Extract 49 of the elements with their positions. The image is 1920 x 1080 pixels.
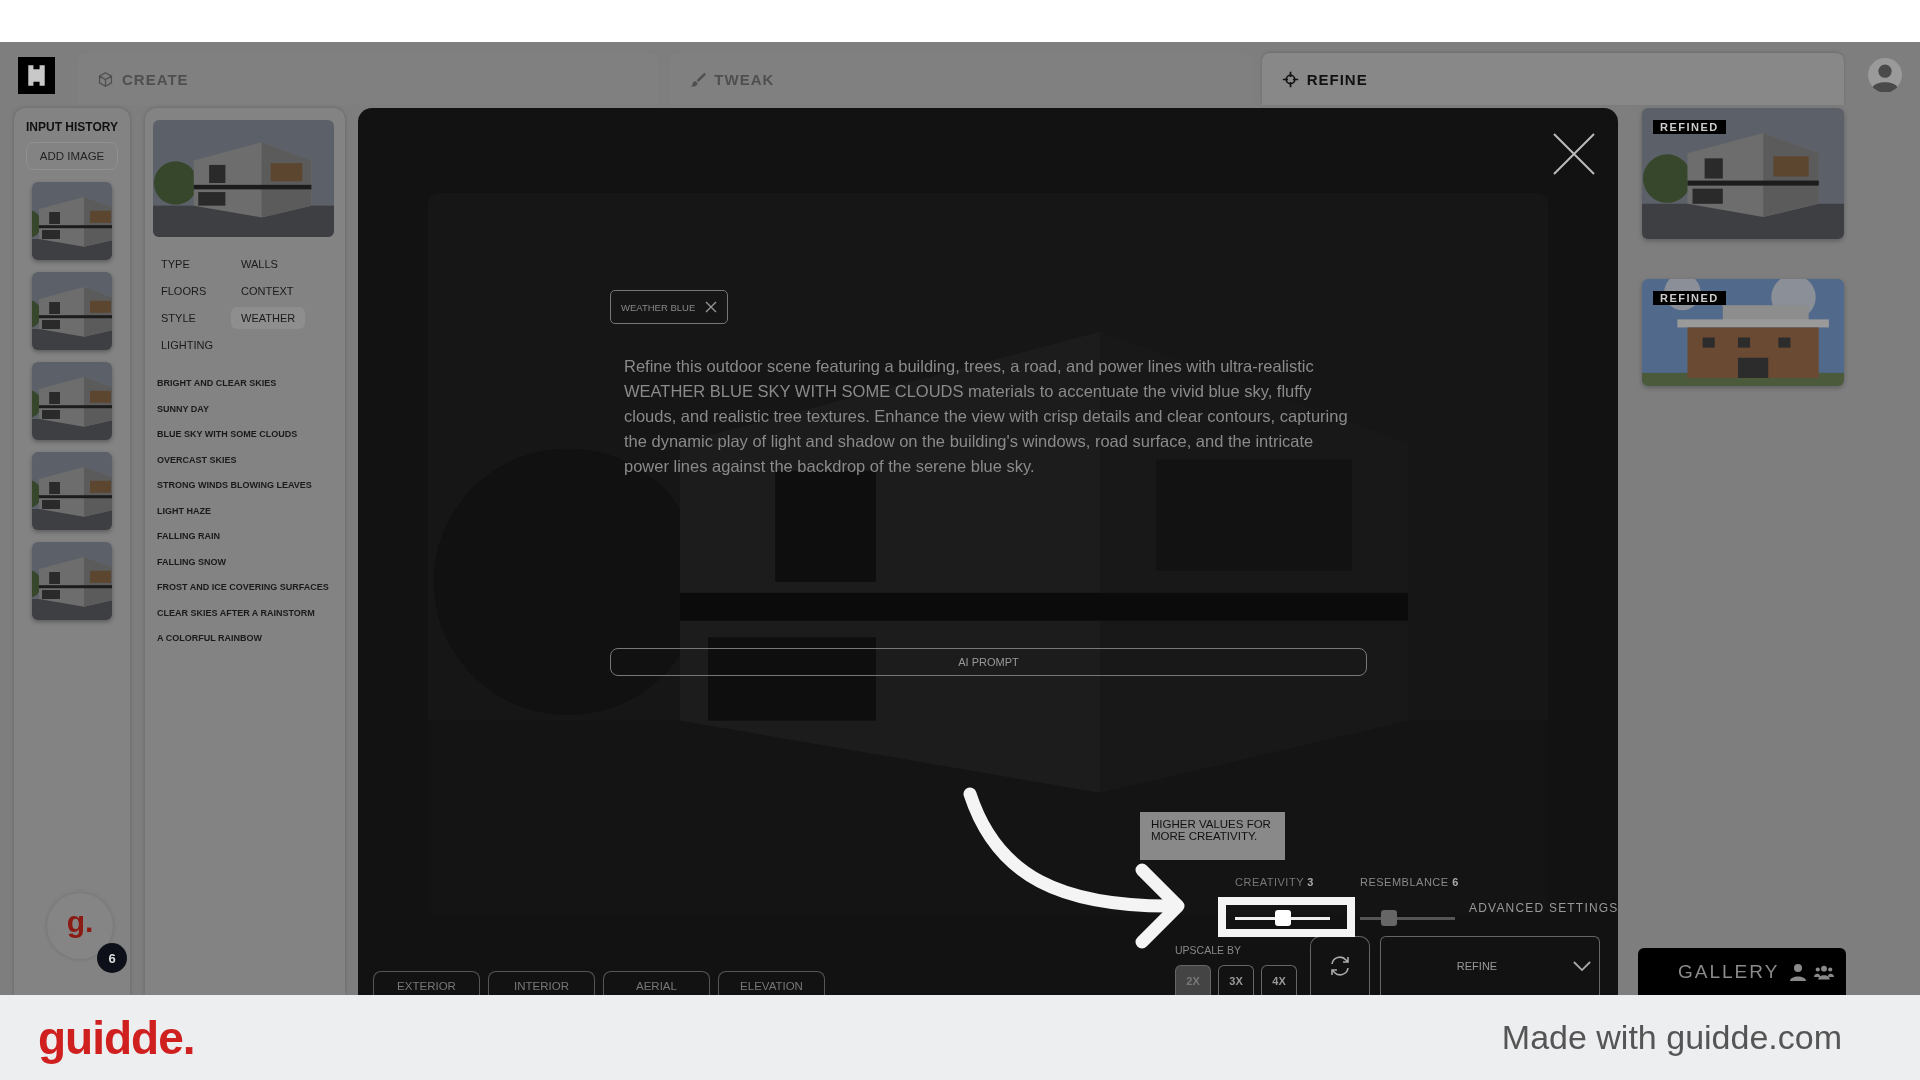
option-item[interactable]: BLUE SKY WITH SOME CLOUDS <box>157 429 337 439</box>
category-item[interactable]: TYPE <box>153 253 198 275</box>
refresh-icon <box>1328 954 1352 978</box>
close-icon[interactable] <box>1552 132 1596 176</box>
category-item[interactable]: CONTEXT <box>233 280 302 302</box>
tooltip: HIGHER VALUES FOR MORE CREATIVITY. <box>1140 812 1285 860</box>
option-item[interactable]: STRONG WINDS BLOWING LEAVES <box>157 480 337 490</box>
refined-badge: REFINED <box>1653 120 1726 134</box>
logo-icon[interactable] <box>18 56 55 94</box>
ai-prompt-button[interactable]: AI PROMPT <box>610 648 1367 676</box>
option-item[interactable]: FALLING SNOW <box>157 556 337 567</box>
tab[interactable]: REFINE <box>1261 53 1844 105</box>
category-item[interactable]: STYLE <box>153 307 204 329</box>
option-item[interactable]: FALLING RAIN <box>157 531 337 541</box>
option-item[interactable]: LIGHT HAZE <box>157 505 337 516</box>
count-badge: 6 <box>97 943 127 973</box>
slider-thumb[interactable] <box>1274 910 1291 926</box>
category-item[interactable]: WEATHER <box>231 307 306 329</box>
upscale-label: UPSCALE BY <box>1175 944 1242 956</box>
option-item[interactable]: OVERCAST SKIES <box>157 454 337 465</box>
panel-title: INPUT HISTORY <box>26 120 118 134</box>
gallery-button[interactable]: GALLERY <box>1638 948 1846 995</box>
close-icon[interactable] <box>705 301 718 313</box>
cube-icon <box>97 70 114 88</box>
option-item[interactable]: CLEAR SKIES AFTER A RAINSTORM <box>157 607 337 618</box>
add-image-button[interactable]: ADD IMAGE <box>26 142 118 170</box>
category-item[interactable]: LIGHTING <box>153 334 221 356</box>
option-item[interactable]: FROST AND ICE COVERING SURFACES <box>157 582 337 592</box>
filter-tag[interactable]: WEATHER BLUE <box>610 290 729 324</box>
chevron-icon <box>1573 960 1591 972</box>
option-item[interactable]: SUNNY DAY <box>157 403 337 414</box>
result-card[interactable]: REFINED <box>1642 279 1844 386</box>
brush-icon <box>689 70 707 88</box>
category-item[interactable]: WALLS <box>233 253 286 275</box>
advanced-settings-link[interactable]: ADVANCED SETTINGS <box>1469 901 1618 915</box>
option-item[interactable]: A COLORFUL RAINBOW <box>157 633 337 643</box>
slider-thumb[interactable] <box>1380 910 1397 926</box>
person-icon <box>1790 962 1806 981</box>
category-item[interactable]: FLOORS <box>153 280 215 302</box>
result-card[interactable]: REFINED <box>1642 108 1844 239</box>
refined-badge: REFINED <box>1653 291 1726 305</box>
group-icon <box>1814 963 1834 980</box>
avatar[interactable] <box>1868 58 1902 92</box>
footer-text: Made with guidde.com <box>1501 1018 1842 1057</box>
crosshair-icon <box>1281 70 1299 88</box>
slider-label: CREATIVITY 3 <box>1235 876 1315 888</box>
prompt-text: Refine this outdoor scene featuring a building, trees, a road, and power lines with ultra-realistic WEATHER BLUE SKY WITH SOME CLOUDS materials to accentuate the vivid blue sky, fluffy clouds, and realistic tree textures. Enhance the view with crisp details and clear contours, capturing the dynamic play of light and shadow on the building's windows, road surface, and the intricate power lines against the backdrop of the serene blue sky. <box>624 356 1349 477</box>
brand-logo: guidde. <box>38 1010 195 1065</box>
option-item[interactable]: BRIGHT AND CLEAR SKIES <box>157 378 337 388</box>
